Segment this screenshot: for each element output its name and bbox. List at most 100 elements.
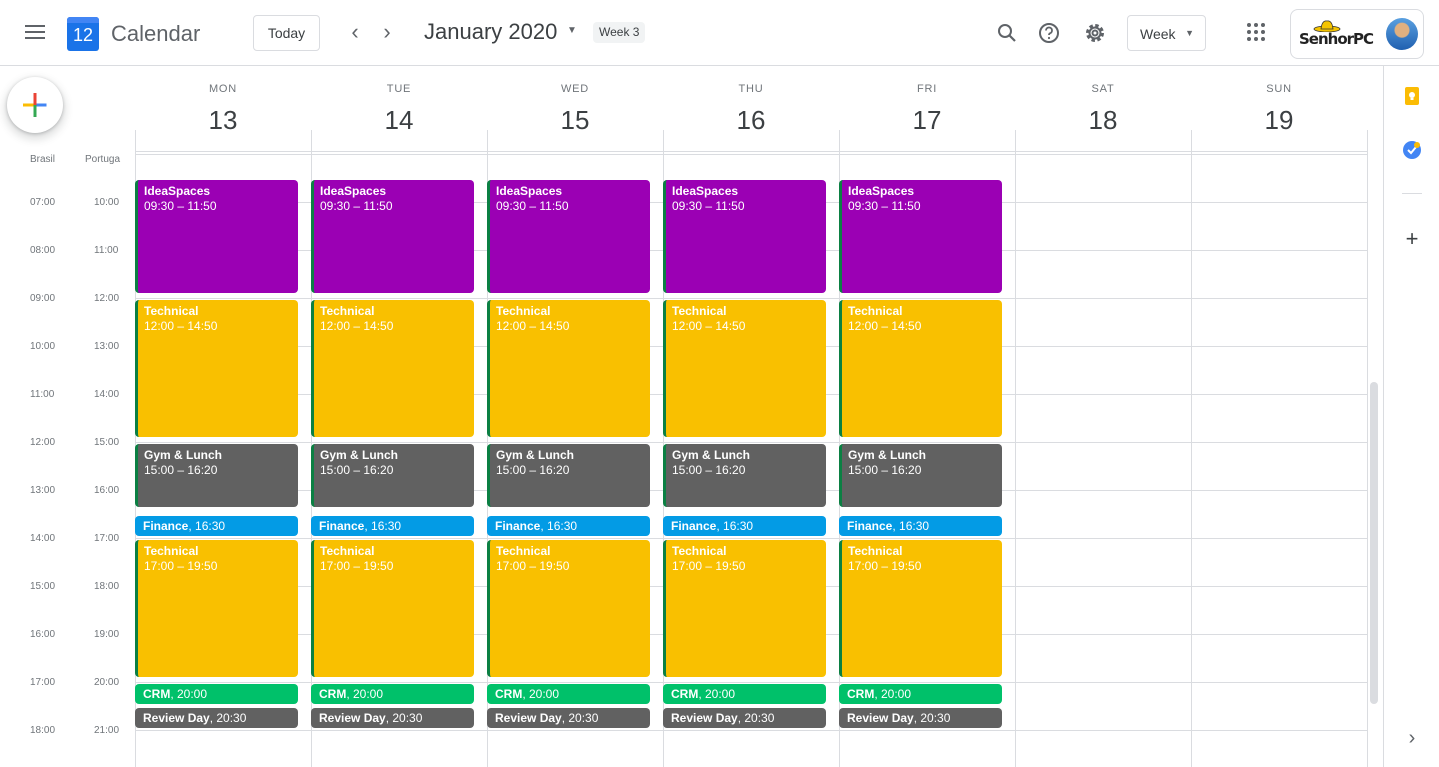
event-finance[interactable]: Finance, 16:30 — [663, 516, 826, 536]
event-time: , 16:30 — [540, 519, 578, 533]
primary-timezone-label: Brasil — [30, 154, 56, 165]
google-apps-icon[interactable] — [1247, 23, 1267, 43]
day-number[interactable]: 13 — [135, 105, 311, 136]
event-time: , 20:30 — [561, 711, 599, 725]
all-day-row[interactable] — [135, 151, 1367, 155]
event-technical[interactable]: Technical 12:00 – 14:50 — [135, 300, 298, 438]
event-ideaspaces[interactable]: IdeaSpaces 09:30 – 11:50 — [663, 180, 826, 294]
event-time: , 20:00 — [698, 687, 736, 701]
event-finance[interactable]: Finance, 16:30 — [839, 516, 1002, 536]
day-header-fri[interactable]: FRI 17 — [839, 66, 1015, 151]
account-switcher[interactable]: SenhorPC — [1290, 9, 1424, 59]
event-technical[interactable]: Technical 17:00 – 19:50 — [487, 540, 650, 678]
divider — [1402, 193, 1422, 194]
event-technical[interactable]: Technical 17:00 – 19:50 — [839, 540, 1002, 678]
event-review-day[interactable]: Review Day, 20:30 — [839, 708, 1002, 728]
event-finance[interactable]: Finance, 16:30 — [487, 516, 650, 536]
event-review-day[interactable]: Review Day, 20:30 — [663, 708, 826, 728]
day-number[interactable]: 18 — [1015, 105, 1191, 136]
time-label-secondary: 16:00 — [94, 485, 120, 496]
event-title: CRM — [319, 687, 347, 701]
chevron-right-icon[interactable]: › — [1402, 728, 1422, 748]
day-number[interactable]: 15 — [487, 105, 663, 136]
help-icon[interactable] — [1035, 19, 1063, 47]
event-review-day[interactable]: Review Day, 20:30 — [311, 708, 474, 728]
event-gym-lunch[interactable]: Gym & Lunch 15:00 – 16:20 — [487, 444, 650, 507]
day-number[interactable]: 19 — [1191, 105, 1367, 136]
event-ideaspaces[interactable]: IdeaSpaces 09:30 – 11:50 — [135, 180, 298, 294]
event-title: CRM — [847, 687, 875, 701]
event-crm[interactable]: CRM, 20:00 — [487, 684, 650, 704]
search-icon[interactable] — [993, 19, 1021, 47]
settings-gear-icon[interactable] — [1081, 19, 1109, 47]
time-label-secondary: 17:00 — [94, 533, 120, 544]
event-technical[interactable]: Technical 12:00 – 14:50 — [839, 300, 1002, 438]
plus-icon — [23, 93, 47, 117]
event-title: Gym & Lunch — [320, 448, 399, 462]
event-gym-lunch[interactable]: Gym & Lunch 15:00 – 16:20 — [311, 444, 474, 507]
time-label-secondary: 12:00 — [94, 293, 120, 304]
event-technical[interactable]: Technical 12:00 – 14:50 — [663, 300, 826, 438]
event-time: 15:00 – 16:20 — [496, 463, 570, 477]
event-ideaspaces[interactable]: IdeaSpaces 09:30 – 11:50 — [839, 180, 1002, 294]
event-crm[interactable]: CRM, 20:00 — [839, 684, 1002, 704]
event-gym-lunch[interactable]: Gym & Lunch 15:00 – 16:20 — [839, 444, 1002, 507]
event-gym-lunch[interactable]: Gym & Lunch 15:00 – 16:20 — [135, 444, 298, 507]
event-title: Technical — [672, 544, 727, 558]
event-time: 17:00 – 19:50 — [144, 559, 218, 573]
view-switcher-button[interactable]: Week ▼ — [1127, 15, 1206, 51]
event-ideaspaces[interactable]: IdeaSpaces 09:30 – 11:50 — [311, 180, 474, 294]
event-crm[interactable]: CRM, 20:00 — [311, 684, 474, 704]
day-header-mon[interactable]: MON 13 — [135, 66, 311, 151]
day-number[interactable]: 14 — [311, 105, 487, 136]
event-technical[interactable]: Technical 17:00 – 19:50 — [135, 540, 298, 678]
today-button[interactable]: Today — [253, 15, 320, 51]
day-column-divider — [1191, 130, 1192, 767]
secondary-timezone-label: Portuga — [85, 154, 121, 165]
day-of-week: SUN — [1266, 83, 1292, 95]
day-header-sat[interactable]: SAT 18 — [1015, 66, 1191, 151]
keep-icon[interactable] — [1402, 86, 1422, 106]
event-review-day[interactable]: Review Day, 20:30 — [135, 708, 298, 728]
event-time: 17:00 – 19:50 — [496, 559, 570, 573]
event-finance[interactable]: Finance, 16:30 — [311, 516, 474, 536]
day-number[interactable]: 17 — [839, 105, 1015, 136]
scrollbar[interactable] — [1370, 382, 1378, 704]
chevron-right-icon[interactable]: › — [373, 19, 401, 47]
time-label-secondary: 14:00 — [94, 389, 120, 400]
time-label-secondary: 15:00 — [94, 437, 120, 448]
event-gym-lunch[interactable]: Gym & Lunch 15:00 – 16:20 — [663, 444, 826, 507]
day-header-thu[interactable]: THU 16 — [663, 66, 839, 151]
brand-logo: SenhorPC — [1299, 30, 1374, 48]
day-number[interactable]: 16 — [663, 105, 839, 136]
day-of-week: WED — [560, 83, 590, 95]
date-range-title[interactable]: January 2020 — [424, 19, 557, 45]
event-time: 17:00 – 19:50 — [320, 559, 394, 573]
event-technical[interactable]: Technical 12:00 – 14:50 — [311, 300, 474, 438]
event-time: 12:00 – 14:50 — [848, 319, 922, 333]
avatar[interactable] — [1386, 18, 1418, 50]
chevron-left-icon[interactable]: ‹ — [341, 19, 369, 47]
main-menu-icon[interactable] — [22, 21, 48, 45]
event-ideaspaces[interactable]: IdeaSpaces 09:30 – 11:50 — [487, 180, 650, 294]
caret-down-icon[interactable]: ▼ — [567, 25, 577, 36]
tasks-icon[interactable] — [1402, 140, 1422, 160]
event-time: 12:00 – 14:50 — [144, 319, 218, 333]
add-addon-icon[interactable]: + — [1402, 228, 1422, 250]
event-review-day[interactable]: Review Day, 20:30 — [487, 708, 650, 728]
event-time: 15:00 – 16:20 — [144, 463, 218, 477]
event-time: 15:00 – 16:20 — [672, 463, 746, 477]
event-finance[interactable]: Finance, 16:30 — [135, 516, 298, 536]
event-technical[interactable]: Technical 17:00 – 19:50 — [311, 540, 474, 678]
event-title: Gym & Lunch — [848, 448, 927, 462]
app-title: Calendar — [111, 21, 201, 46]
create-event-button[interactable] — [7, 77, 63, 133]
day-header-wed[interactable]: WED 15 — [487, 66, 663, 151]
day-header-tue[interactable]: TUE 14 — [311, 66, 487, 151]
event-technical[interactable]: Technical 12:00 – 14:50 — [487, 300, 650, 438]
event-crm[interactable]: CRM, 20:00 — [135, 684, 298, 704]
day-header-sun[interactable]: SUN 19 — [1191, 66, 1367, 151]
event-title: Gym & Lunch — [672, 448, 751, 462]
event-technical[interactable]: Technical 17:00 – 19:50 — [663, 540, 826, 678]
event-crm[interactable]: CRM, 20:00 — [663, 684, 826, 704]
